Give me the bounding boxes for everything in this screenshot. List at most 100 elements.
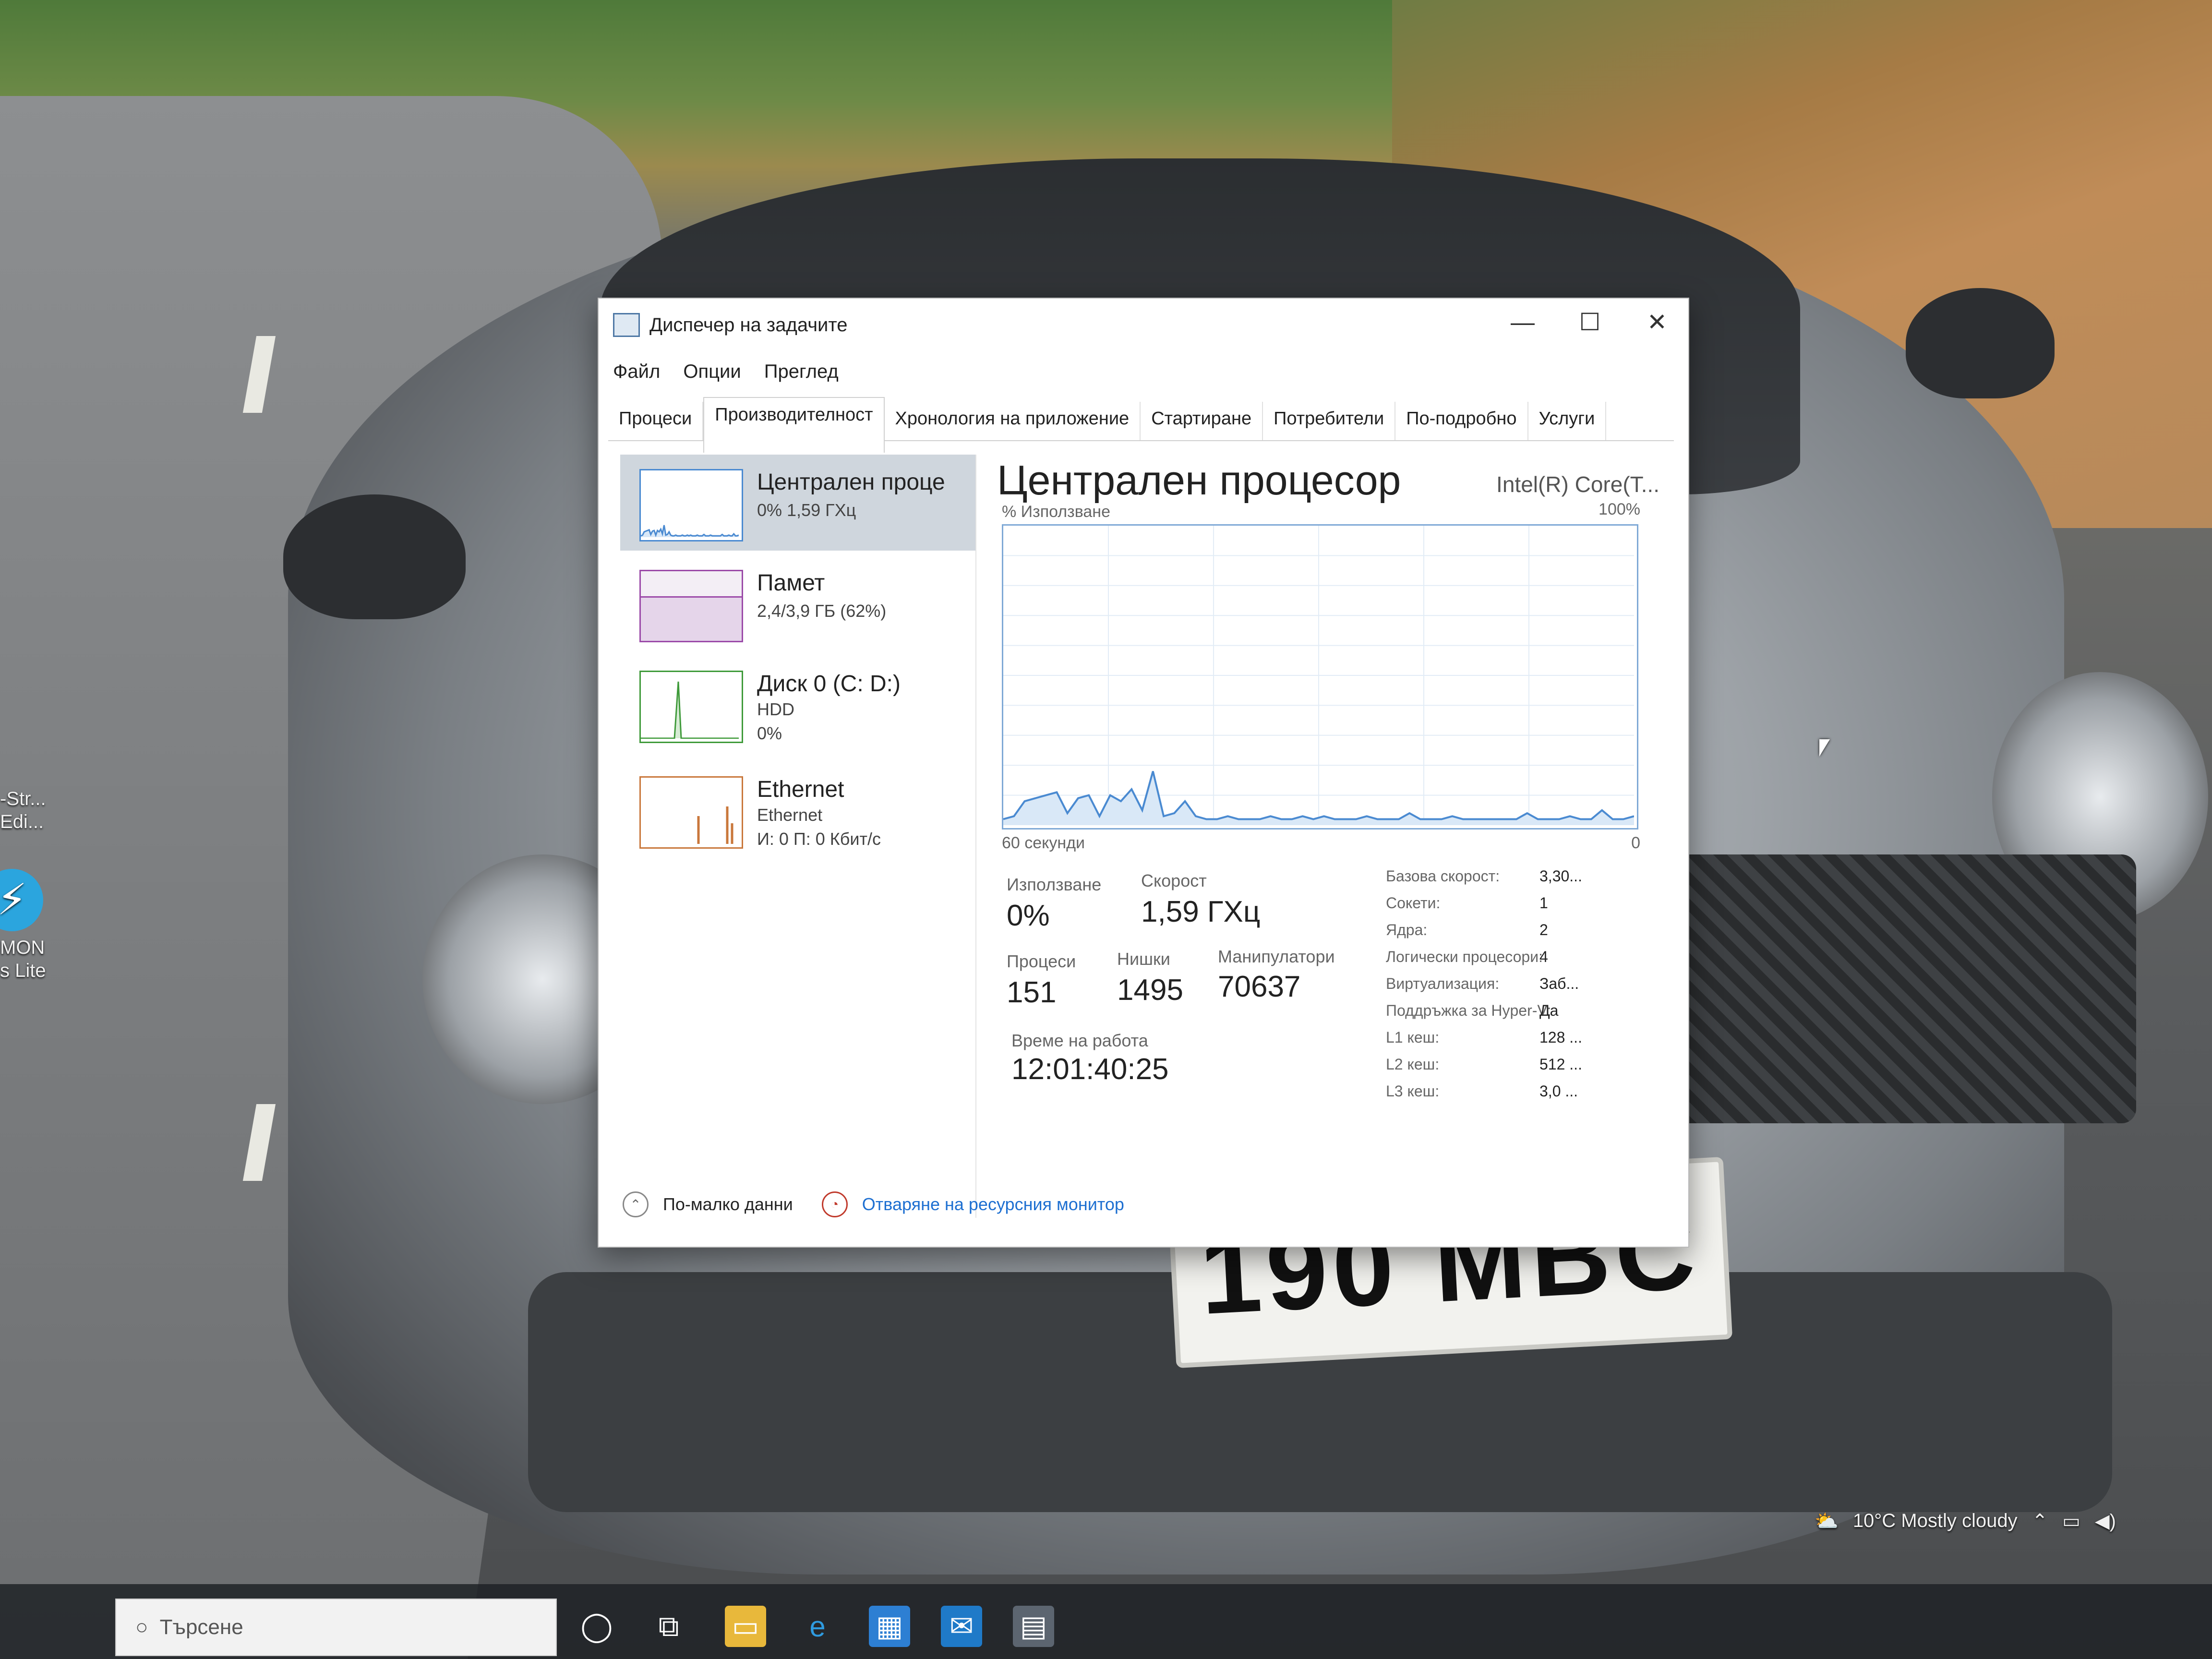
graph-y-min: 0 [1631,834,1640,852]
spec-value: 1 [1539,894,1548,912]
disk-thumbnail-graph [639,671,743,743]
resource-monitor-icon: ◔ [821,1191,848,1217]
sidebar-item-label: Памет [757,570,825,596]
task-manager-taskbar-icon[interactable]: ▤ [1013,1606,1054,1647]
sidebar-item-value: 0% 1,59 ГХц [757,500,856,520]
system-tray: ⛅ 10°C Mostly cloudy ⌃ ▭ ◀) [1815,1510,2116,1532]
sidebar-item-label: Ethernet [757,777,844,802]
menu-options[interactable]: Опции [683,361,741,383]
speed-label: Скорост [1141,871,1207,890]
menu-bar: Файл Опции Преглед [613,361,839,383]
wallpaper-mirror [283,494,466,619]
task-manager-window: Диспечер на задачите — ☐ ✕ Файл Опции Пр… [598,298,1689,1248]
spec-value: 512 ... [1539,1056,1582,1073]
spec-label: Виртуализация: [1386,975,1500,992]
chevron-up-icon[interactable]: ⌃ [623,1191,649,1217]
sidebar-item-disk[interactable]: Диск 0 (C: D:) HDD 0% [620,656,975,752]
wallpaper-grille [1656,854,2136,1123]
desktop-icon-shortcut[interactable]: -Str... Edi... [0,787,46,833]
taskbar: ○ Търсене ◯ ⧉ ▭ e ▦ ✉ ▤ [0,1584,2212,1659]
weather-cloud-icon: ⛅ [1815,1511,1839,1532]
weather-text[interactable]: 10°C Mostly cloudy [1853,1510,2018,1532]
spec-label: Поддръжка за Hyper-V: [1386,1002,1551,1019]
store-icon[interactable]: ▦ [869,1606,910,1647]
menu-file[interactable]: Файл [613,361,660,383]
window-title: Диспечер на задачите [649,314,848,336]
title-bar[interactable]: Диспечер на задачите — ☐ ✕ [599,299,1688,351]
spec-value: 128 ... [1539,1029,1582,1046]
window-footer: ⌃ По-малко данни ◔ Отваряне на ресурсния… [623,1191,1124,1217]
menu-view[interactable]: Преглед [764,361,839,383]
usage-value: 0% [1007,899,1050,932]
tab-processes[interactable]: Процеси [608,402,704,440]
sidebar-item-label: Диск 0 (C: D:) [757,671,901,697]
sidebar-item-type: Ethernet [757,805,823,825]
file-explorer-icon[interactable]: ▭ [725,1606,766,1647]
desktop-icon-monitor-app[interactable]: ⚡ MON s Lite [0,869,46,982]
sidebar-item-cpu[interactable]: Централен проце 0% 1,59 ГХц [620,455,975,551]
desktop-icon-label: MON [0,937,45,958]
tab-details[interactable]: По-подробно [1395,402,1528,440]
tab-services[interactable]: Услуги [1528,402,1607,440]
open-resource-monitor-link[interactable]: Отваряне на ресурсния монитор [862,1194,1124,1214]
task-manager-app-icon [613,313,640,337]
spec-label: L2 кеш: [1386,1056,1440,1073]
less-details-link[interactable]: По-малко данни [663,1194,793,1214]
lightning-icon: ⚡ [0,869,43,931]
cpu-mini-chart [640,525,739,538]
cpu-thumbnail-graph [639,469,743,541]
mouse-cursor [1819,739,1830,757]
desktop-icon-label: -Str... [0,788,46,809]
edge-browser-icon[interactable]: e [797,1606,838,1647]
tab-bar: Процеси Производителност Хронология на п… [608,397,1674,453]
tab-users[interactable]: Потребители [1263,402,1396,440]
disk-mini-chart [641,681,739,739]
cpu-usage-chart [1003,526,1635,825]
usage-label: Използване [1007,875,1102,894]
close-button[interactable]: ✕ [1631,308,1683,336]
sidebar-item-type: HDD [757,699,794,719]
processes-label: Процеси [1007,951,1076,971]
memory-thumbnail-graph [639,570,743,642]
cpu-detail-panel: Централен процесор Intel(R) Core(T... % … [997,457,1669,1100]
cpu-usage-graph [1002,524,1638,830]
ethernet-mini-chart [697,806,733,844]
search-icon: ○ [135,1615,148,1639]
spec-value: 3,0 ... [1539,1082,1578,1100]
sidebar-item-memory[interactable]: Памет 2,4/3,9 ГБ (62%) [620,555,975,651]
graph-y-label: % Използване [1002,503,1110,521]
volume-icon[interactable]: ◀) [2095,1510,2116,1532]
tab-performance[interactable]: Производителност [703,397,885,453]
search-placeholder: Търсене [159,1615,243,1639]
minimize-button[interactable]: — [1496,308,1549,336]
maximize-button[interactable]: ☐ [1563,308,1616,336]
handles-value: 70637 [1218,970,1301,1003]
memory-fill [641,596,742,641]
spec-value: 3,30... [1539,867,1582,885]
tab-app-history[interactable]: Хронология на приложение [885,402,1141,440]
desktop-icon-label: s Lite [0,960,46,981]
sidebar-item-ethernet[interactable]: Ethernet Ethernet И: 0 П: 0 Кбит/с [620,762,975,858]
cpu-model: Intel(R) Core(T... [1496,472,1659,497]
sidebar-item-value: 2,4/3,9 ГБ (62%) [757,601,887,621]
spec-value: 2 [1539,921,1548,938]
spec-label: Ядра: [1386,921,1428,938]
mail-icon[interactable]: ✉ [941,1606,982,1647]
chevron-up-icon[interactable]: ⌃ [2032,1510,2048,1532]
uptime-value: 12:01:40:25 [1011,1053,1169,1086]
cortana-icon[interactable]: ◯ [576,1606,617,1647]
sidebar-item-value: 0% [757,723,782,743]
sidebar-item-value: И: 0 П: 0 Кбит/с [757,829,881,849]
wallpaper-mirror [1906,288,2055,398]
performance-sidebar: Централен проце 0% 1,59 ГХц Памет 2,4/3,… [620,455,976,1218]
task-view-icon[interactable]: ⧉ [648,1606,689,1647]
threads-label: Нишки [1117,949,1170,969]
speed-value: 1,59 ГХц [1141,895,1261,928]
handles-label: Манипулатори [1218,947,1335,966]
network-icon[interactable]: ▭ [2062,1510,2080,1532]
tab-startup[interactable]: Стартиране [1141,402,1263,440]
spec-label: Базова скорост: [1386,867,1500,885]
page-title: Централен процесор [997,457,1401,504]
taskbar-search-box[interactable]: ○ Търсене [115,1599,557,1656]
spec-value: Да [1539,1002,1559,1019]
